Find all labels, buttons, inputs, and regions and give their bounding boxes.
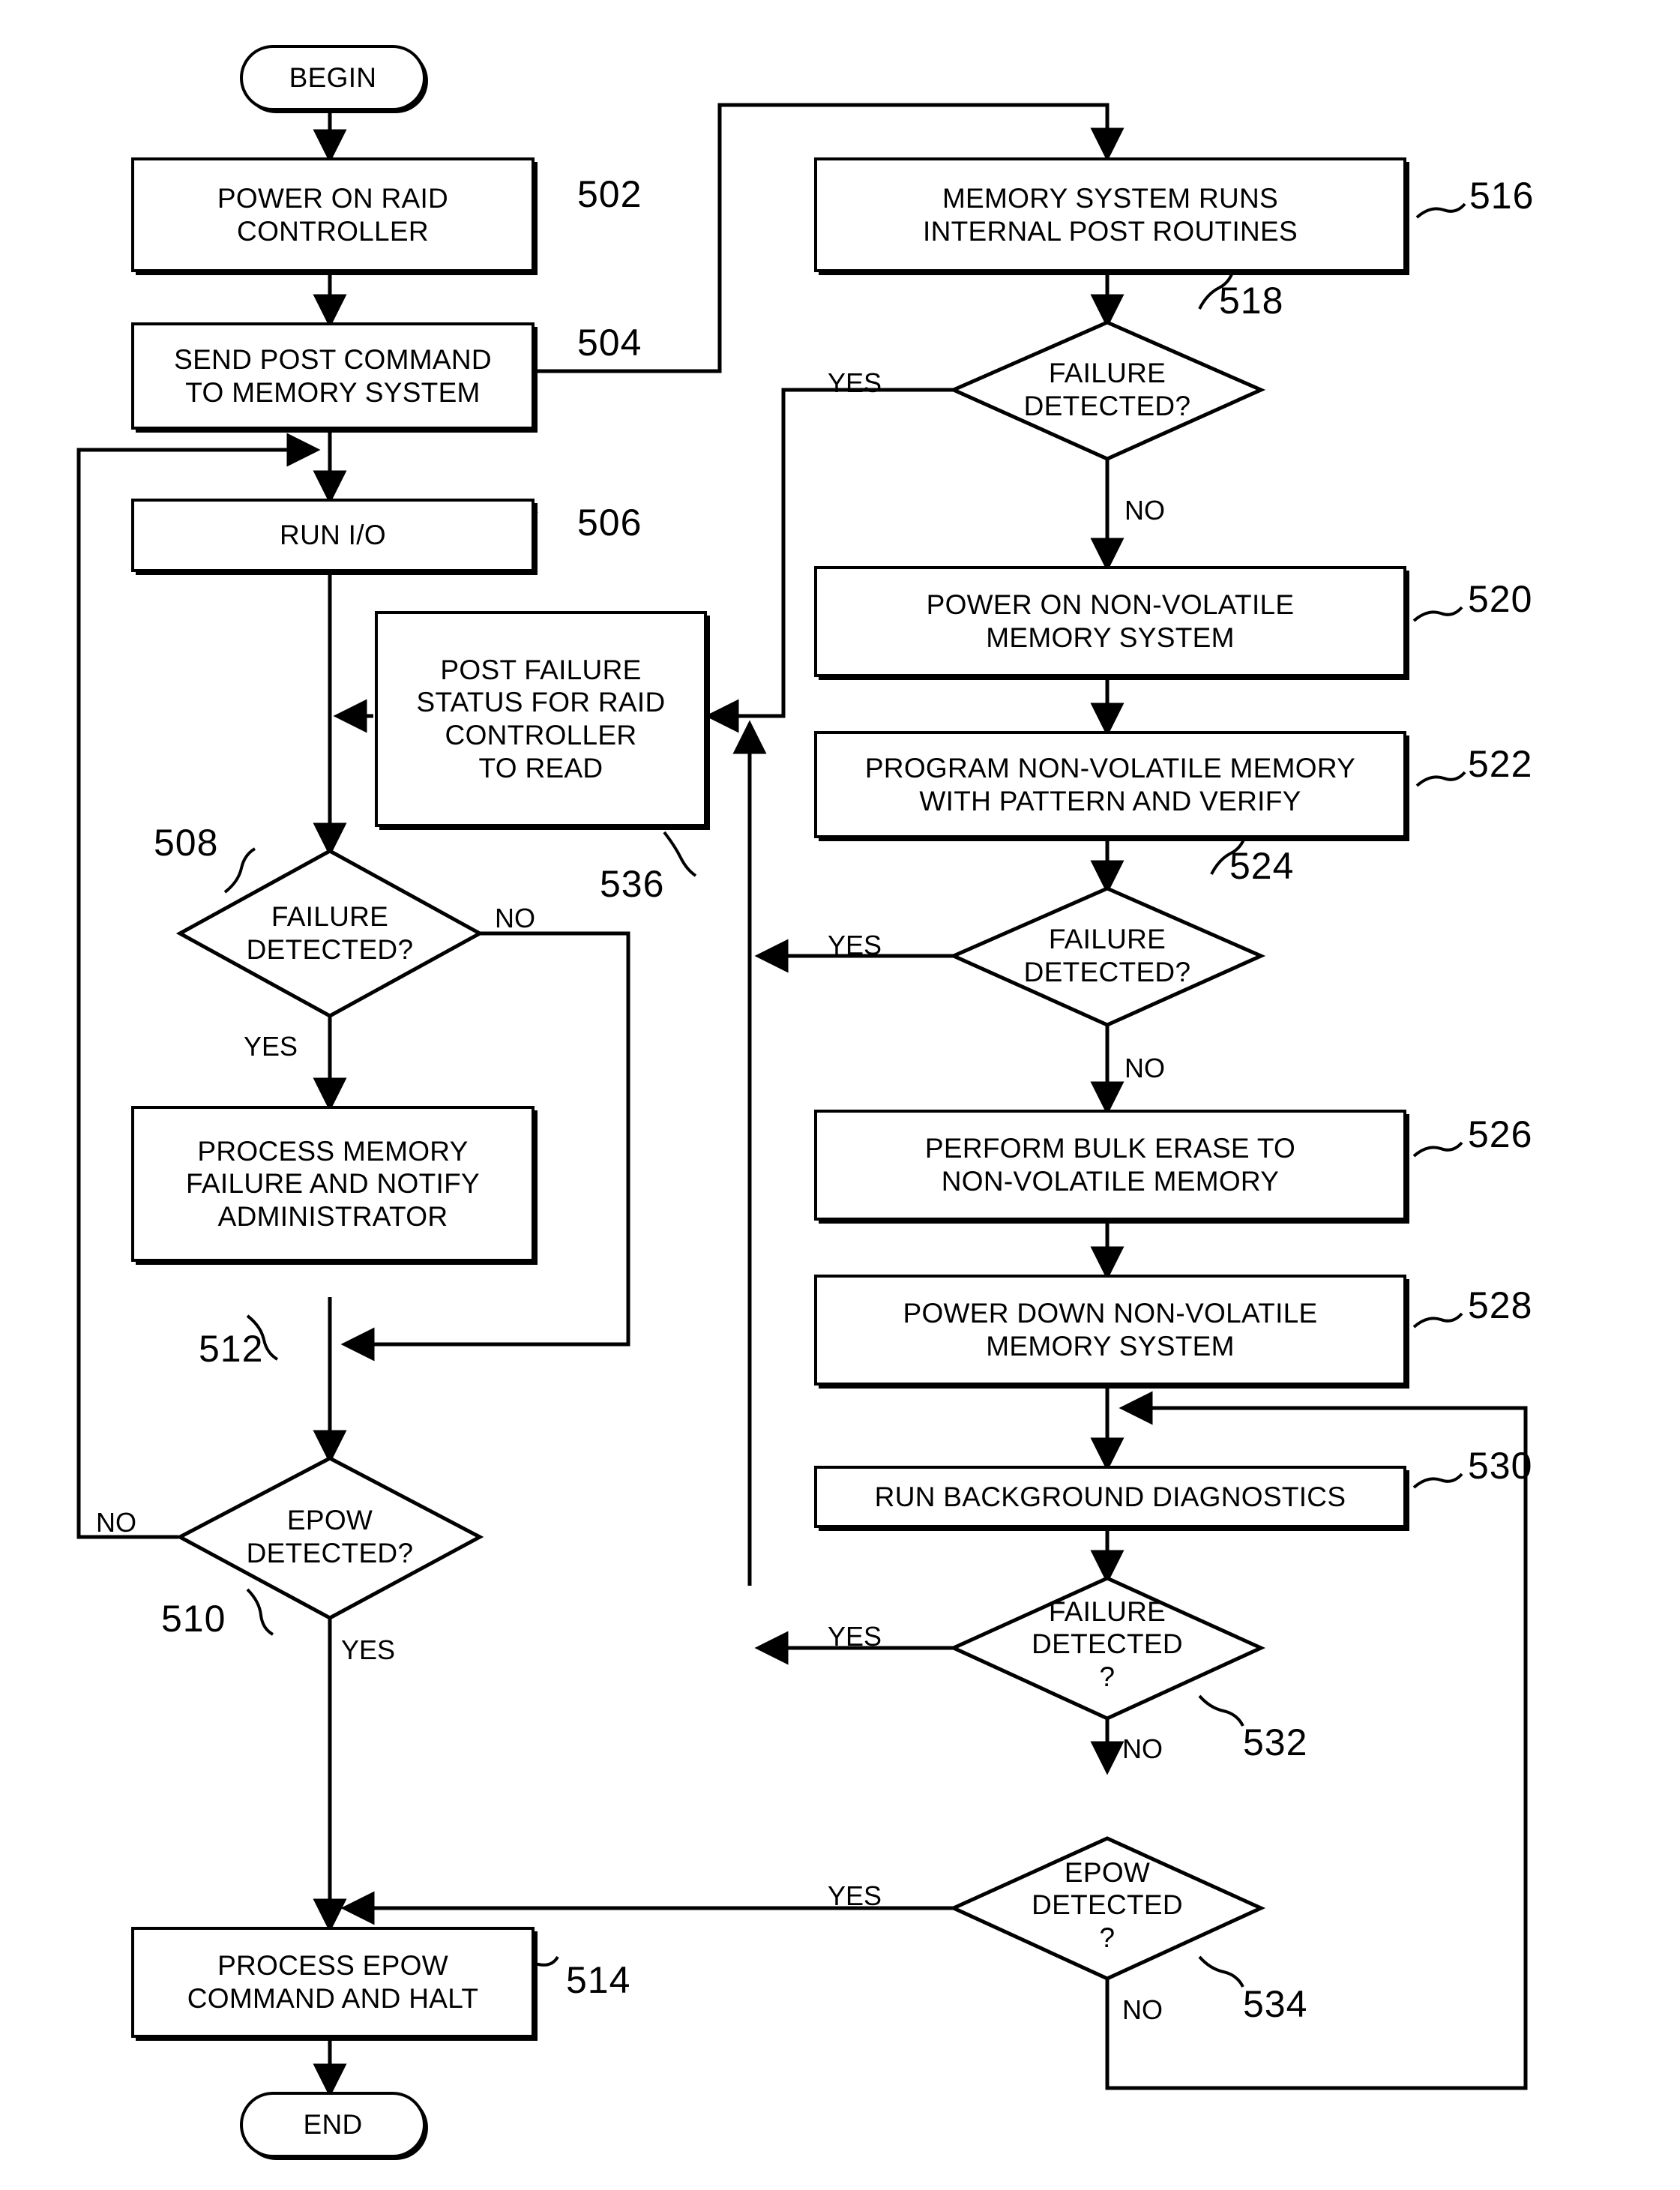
ref-504: 504 [577,322,642,364]
ref-526: 526 [1468,1113,1533,1155]
process-530: RUN BACKGROUND DIAGNOSTICS [814,1466,1406,1528]
ref-516: 516 [1469,175,1535,217]
process-520: POWER ON NON-VOLATILE MEMORY SYSTEM [814,566,1406,677]
ref-522: 522 [1468,743,1533,785]
decision-524-text: FAILURE DETECTED? [995,915,1220,997]
terminal-begin-label: BEGIN [289,62,377,94]
edge-label-510-yes: YES [341,1634,396,1665]
process-528-label: POWER DOWN NON-VOLATILE MEMORY SYSTEM [903,1298,1318,1362]
edge-label-518-yes: YES [828,367,882,398]
decision-532-label: FAILURE DETECTED ? [1032,1595,1183,1692]
edge-label-534-no: NO [1122,1994,1163,2025]
process-512-label: PROCESS MEMORY FAILURE AND NOTIFY ADMINI… [186,1135,480,1232]
ref-532: 532 [1243,1721,1308,1763]
ref-528: 528 [1468,1284,1533,1326]
edge-label-532-yes: YES [828,1621,882,1652]
ref-536: 536 [600,863,665,905]
decision-508-label: FAILURE DETECTED? [246,901,414,965]
edge-label-508-yes: YES [244,1031,298,1062]
process-522: PROGRAM NON-VOLATILE MEMORY WITH PATTERN… [814,731,1406,838]
process-516-label: MEMORY SYSTEM RUNS INTERNAL POST ROUTINE… [922,182,1298,247]
process-526-label: PERFORM BULK ERASE TO NON-VOLATILE MEMOR… [924,1133,1296,1197]
process-506-label: RUN I/O [280,520,386,551]
process-502-label: POWER ON RAID CONTROLLER [217,182,449,247]
decision-534-label: EPOW DETECTED ? [1032,1856,1183,1953]
ref-514: 514 [566,1959,631,2001]
edge-label-518-no: NO [1124,495,1165,526]
process-530-label: RUN BACKGROUND DIAGNOSTICS [874,1481,1346,1512]
process-536-label: POST FAILURE STATUS FOR RAID CONTROLLER … [416,654,666,783]
decision-532-text: FAILURE DETECTED ? [995,1588,1220,1700]
process-520-label: POWER ON NON-VOLATILE MEMORY SYSTEM [926,589,1295,653]
edge-label-534-yes: YES [828,1880,882,1911]
terminal-begin: BEGIN [240,45,426,111]
process-522-label: PROGRAM NON-VOLATILE MEMORY WITH PATTERN… [864,752,1356,816]
decision-518-label: FAILURE DETECTED? [1023,358,1191,421]
ref-530: 530 [1468,1445,1533,1487]
process-502: POWER ON RAID CONTROLLER [131,157,535,272]
process-536: POST FAILURE STATUS FOR RAID CONTROLLER … [375,611,707,827]
ref-518: 518 [1219,280,1284,322]
edge-label-524-no: NO [1124,1053,1165,1083]
process-516: MEMORY SYSTEM RUNS INTERNAL POST ROUTINE… [814,157,1406,272]
decision-508-text: FAILURE DETECTED? [217,892,442,975]
ref-508: 508 [154,822,219,864]
ref-534: 534 [1243,1983,1308,2025]
decision-510-text: EPOW DETECTED? [217,1496,442,1578]
terminal-end-label: END [303,2109,363,2141]
process-514: PROCESS EPOW COMMAND AND HALT [131,1927,535,2038]
flowchart-figure: BEGIN END POWER ON RAID CONTROLLER 502 S… [0,0,1680,2190]
decision-524-label: FAILURE DETECTED? [1023,924,1191,987]
ref-506: 506 [577,502,642,544]
ref-524: 524 [1229,845,1295,887]
process-506: RUN I/O [131,499,535,572]
edge-label-510-no: NO [96,1507,136,1538]
process-512: PROCESS MEMORY FAILURE AND NOTIFY ADMINI… [131,1106,535,1262]
terminal-end: END [240,2092,426,2158]
process-514-label: PROCESS EPOW COMMAND AND HALT [187,1950,479,2014]
ref-512: 512 [199,1328,264,1370]
ref-502: 502 [577,173,642,215]
process-526: PERFORM BULK ERASE TO NON-VOLATILE MEMOR… [814,1110,1406,1221]
decision-510-label: EPOW DETECTED? [246,1505,414,1568]
ref-510: 510 [161,1598,226,1640]
decision-518-text: FAILURE DETECTED? [995,349,1220,431]
edge-label-532-no: NO [1122,1733,1163,1764]
process-504: SEND POST COMMAND TO MEMORY SYSTEM [131,322,535,430]
process-528: POWER DOWN NON-VOLATILE MEMORY SYSTEM [814,1275,1406,1386]
process-504-label: SEND POST COMMAND TO MEMORY SYSTEM [174,343,492,408]
edge-label-524-yes: YES [828,930,882,960]
edge-label-508-no: NO [495,903,535,933]
decision-534-text: EPOW DETECTED ? [995,1849,1220,1961]
ref-520: 520 [1468,578,1533,620]
